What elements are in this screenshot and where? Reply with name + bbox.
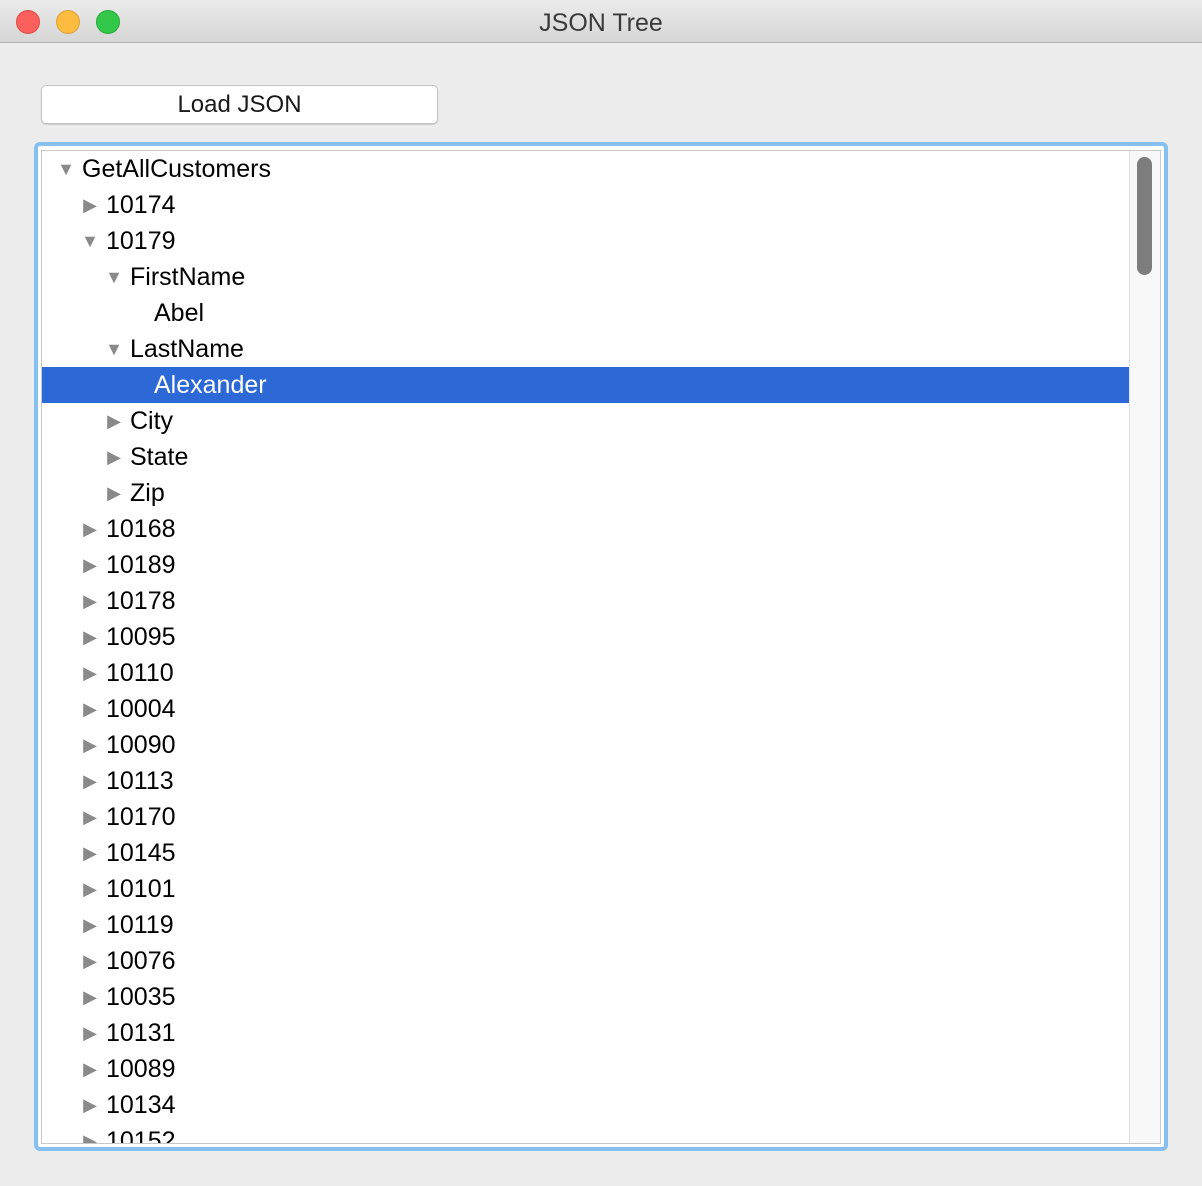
tree-row[interactable]: ▶ 10119 [42,907,1129,943]
disclosure-collapsed-icon[interactable]: ▶ [80,1123,100,1143]
disclosure-collapsed-icon[interactable]: ▶ [80,1087,100,1123]
tree-row[interactable]: ▼ 10179 [42,223,1129,259]
disclosure-collapsed-icon[interactable]: ▶ [80,1015,100,1051]
tree-row[interactable]: ▼ GetAllCustomers [42,151,1129,187]
tree-row-label: State [130,443,189,471]
tree-row-label: 10089 [106,1055,176,1083]
disclosure-collapsed-icon[interactable]: ▶ [80,763,100,799]
tree-row[interactable]: ▶ 10076 [42,943,1129,979]
tree-row[interactable]: ▶ 10110 [42,655,1129,691]
tree-row-label: GetAllCustomers [82,155,271,183]
disclosure-collapsed-icon[interactable]: ▶ [80,1051,100,1087]
tree-row[interactable]: ▶ 10170 [42,799,1129,835]
tree-row-label: Abel [154,299,205,327]
disclosure-collapsed-icon[interactable]: ▶ [80,871,100,907]
tree-row-label: 10113 [106,767,174,795]
tree-row-label: Zip [130,479,165,507]
tree-row-label: 10035 [106,983,176,1011]
tree-row-label: 10170 [106,803,176,831]
tree-row-label: LastName [130,335,244,363]
tree-row-label: 10189 [106,551,176,579]
title-bar: JSON Tree [0,0,1202,43]
tree-row[interactable]: ▶ 10134 [42,1087,1129,1123]
disclosure-collapsed-icon[interactable]: ▶ [80,655,100,691]
tree-row[interactable]: ▶ 10168 [42,511,1129,547]
tree-row-label: 10076 [106,947,176,975]
disclosure-collapsed-icon[interactable]: ▶ [80,691,100,727]
tree-row-label: 10152 [106,1127,176,1144]
tree-row[interactable]: ▶ Zip [42,475,1129,511]
window-title: JSON Tree [539,9,663,37]
tree-row-label: 10174 [106,191,176,219]
tree-row[interactable]: ▶ 10152 [42,1123,1129,1144]
disclosure-expanded-icon[interactable]: ▼ [104,259,124,295]
tree-row[interactable]: ▶ 10131 [42,1015,1129,1051]
tree-row[interactable]: ▶ 10178 [42,583,1129,619]
disclosure-expanded-icon[interactable]: ▼ [104,331,124,367]
disclosure-collapsed-icon[interactable]: ▶ [80,547,100,583]
tree-row[interactable]: ▶ State [42,439,1129,475]
disclosure-collapsed-icon[interactable]: ▶ [80,511,100,547]
tree-row[interactable]: ▶ 10095 [42,619,1129,655]
tree-row-label: 10134 [106,1091,176,1119]
tree-row[interactable]: ▼ LastName [42,331,1129,367]
tree-row[interactable]: Abel [42,295,1129,331]
json-tree-view[interactable]: ▼ GetAllCustomers ▶ 10174 ▼ 10179 ▼ FirstName Ab… [34,142,1168,1151]
tree-row[interactable]: ▶ 10004 [42,691,1129,727]
tree-row-label: City [130,407,174,435]
disclosure-collapsed-icon[interactable]: ▶ [80,187,100,223]
tree-row-label: 10179 [106,227,176,255]
disclosure-collapsed-icon[interactable]: ▶ [80,943,100,979]
disclosure-collapsed-icon[interactable]: ▶ [80,583,100,619]
tree-rows: ▼ GetAllCustomers ▶ 10174 ▼ 10179 ▼ FirstName Ab… [42,151,1129,1144]
tree-row-label: Alexander [154,371,267,399]
tree-row[interactable]: ▶ 10101 [42,871,1129,907]
disclosure-expanded-icon[interactable]: ▼ [56,151,76,187]
tree-row-label: 10145 [106,839,176,867]
vertical-scrollbar[interactable] [1129,151,1160,1143]
tree-row-label: 10101 [106,875,176,903]
disclosure-collapsed-icon[interactable]: ▶ [80,619,100,655]
disclosure-collapsed-icon[interactable]: ▶ [80,979,100,1015]
tree-row[interactable]: ▶ 10174 [42,187,1129,223]
disclosure-collapsed-icon[interactable]: ▶ [80,799,100,835]
disclosure-collapsed-icon[interactable]: ▶ [80,835,100,871]
scrollbar-thumb[interactable] [1137,157,1152,275]
tree-row[interactable]: ▶ 10035 [42,979,1129,1015]
disclosure-collapsed-icon[interactable]: ▶ [104,475,124,511]
tree-row-label: 10090 [106,731,176,759]
tree-row-label: FirstName [130,263,246,291]
tree-row[interactable]: ▶ 10113 [42,763,1129,799]
disclosure-collapsed-icon[interactable]: ▶ [104,403,124,439]
load-json-button[interactable]: Load JSON [41,85,438,124]
tree-row-label: 10119 [106,911,174,939]
disclosure-collapsed-icon[interactable]: ▶ [80,907,100,943]
disclosure-collapsed-icon[interactable]: ▶ [80,727,100,763]
tree-row-label: 10110 [106,659,174,687]
tree-row-label: 10178 [106,587,176,615]
tree-viewport: ▼ GetAllCustomers ▶ 10174 ▼ 10179 ▼ FirstName Ab… [41,150,1161,1144]
tree-row[interactable]: ▶ 10090 [42,727,1129,763]
tree-row[interactable]: ▶ City [42,403,1129,439]
tree-row[interactable]: ▶ 10145 [42,835,1129,871]
tree-row[interactable]: ▶ 10089 [42,1051,1129,1087]
tree-row-label: 10004 [106,695,176,723]
tree-row-label: 10168 [106,515,176,543]
disclosure-expanded-icon[interactable]: ▼ [80,223,100,259]
disclosure-collapsed-icon[interactable]: ▶ [104,439,124,475]
tree-row[interactable]: ▶ 10189 [42,547,1129,583]
tree-row-label: 10131 [106,1019,176,1047]
tree-row[interactable]: Alexander [42,367,1129,403]
tree-row[interactable]: ▼ FirstName [42,259,1129,295]
tree-row-label: 10095 [106,623,176,651]
